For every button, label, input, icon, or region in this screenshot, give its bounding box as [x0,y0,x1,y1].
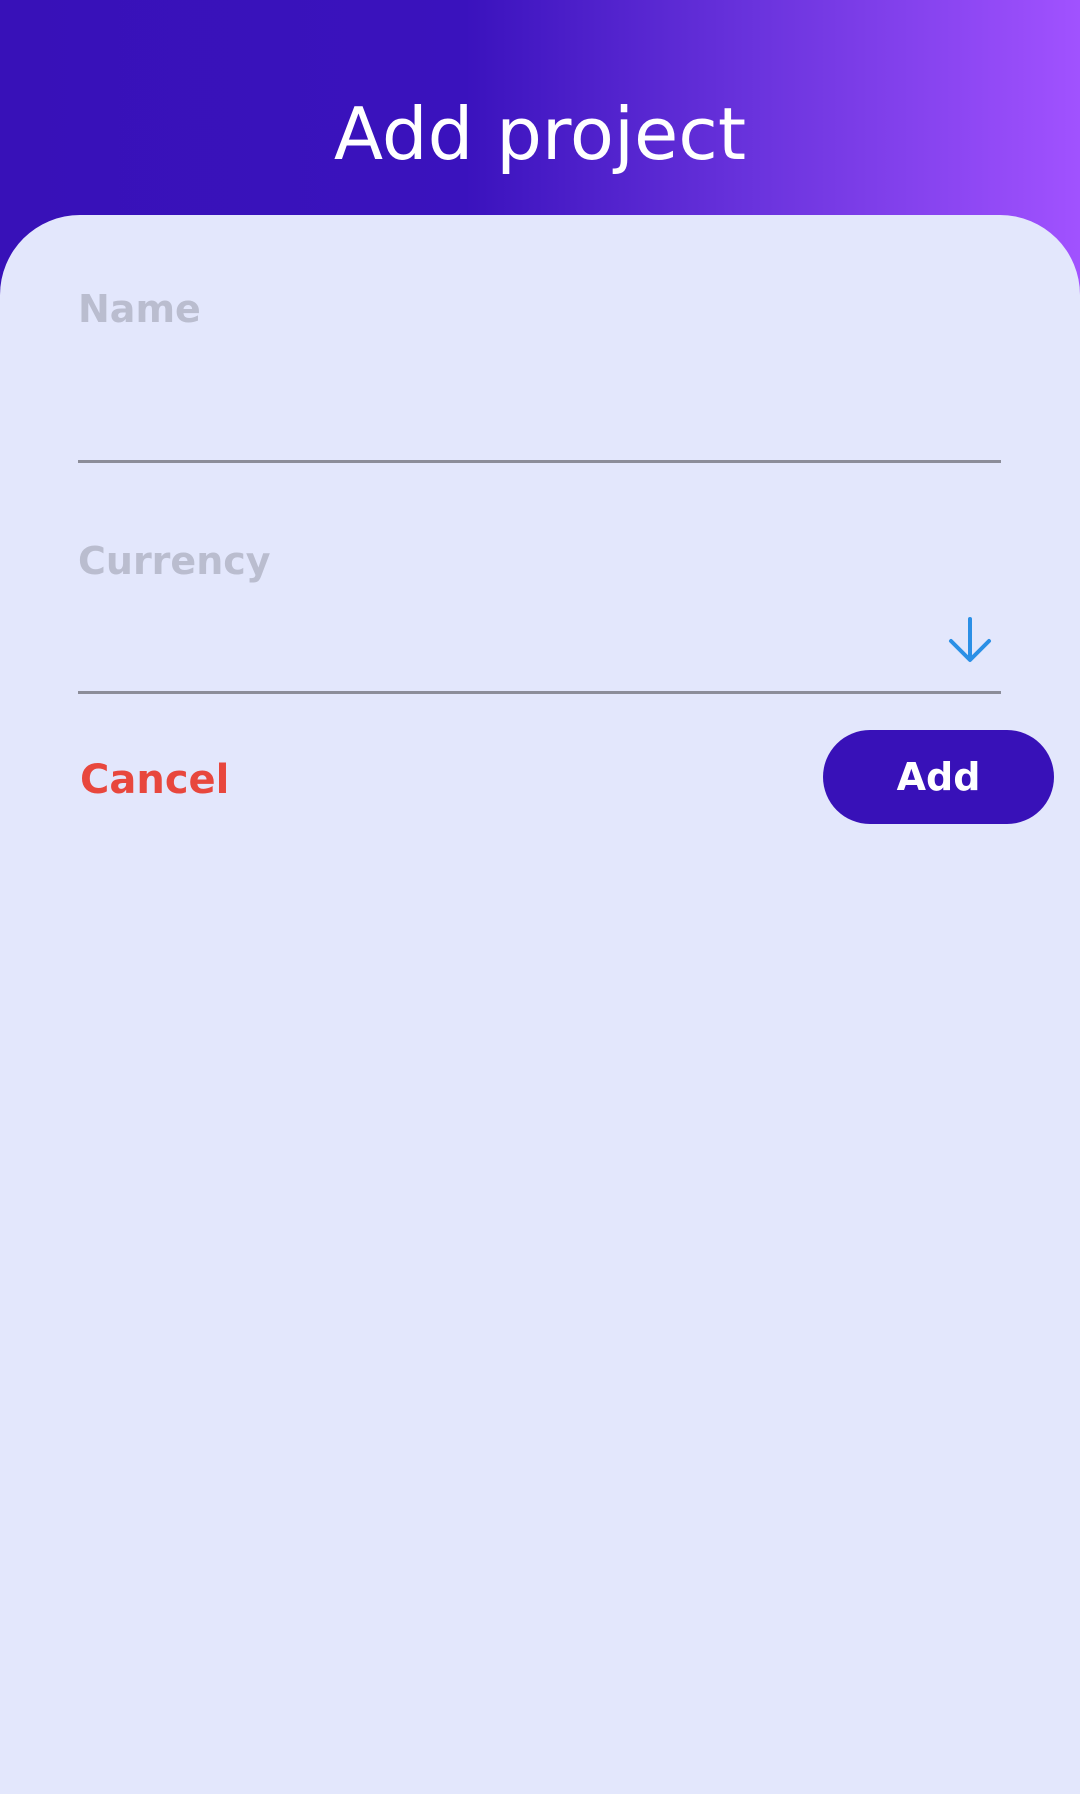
name-input[interactable] [78,390,1001,463]
add-project-screen: Add project Name Currency Cancel Add [0,0,1080,1794]
currency-input[interactable] [78,621,1001,694]
cancel-button[interactable]: Cancel [80,750,229,810]
currency-label: Currency [78,539,271,583]
arrow-down-icon[interactable] [945,615,995,665]
page-title: Add project [333,92,747,176]
header: Add project [0,0,1080,215]
add-button[interactable]: Add [823,730,1054,824]
name-label: Name [78,287,201,331]
form-sheet: Name Currency Cancel Add [0,215,1080,1794]
